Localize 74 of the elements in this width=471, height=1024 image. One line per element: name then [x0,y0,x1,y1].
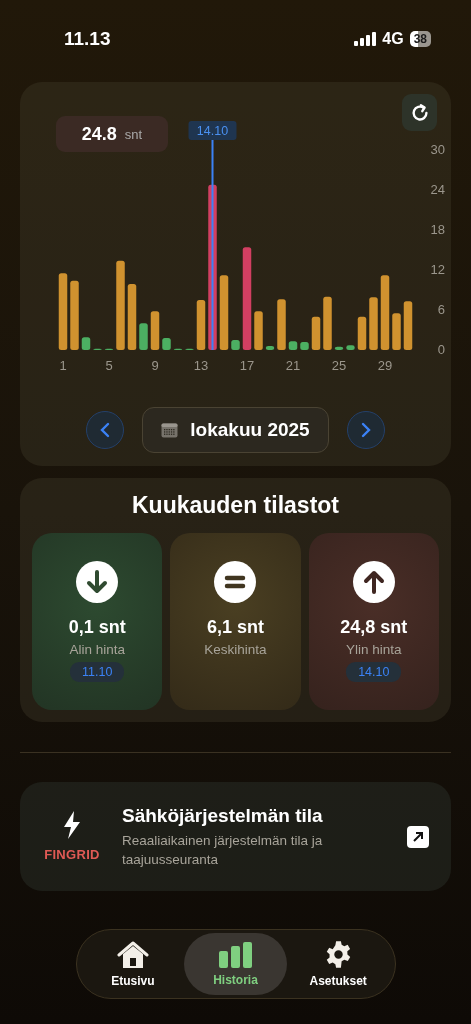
stat-label: Alin hinta [69,642,125,657]
lightning-icon [62,811,82,839]
price-bar[interactable] [231,340,240,350]
price-bar[interactable] [334,346,344,350]
price-bar[interactable] [254,311,263,350]
axis-tick-label: 0 [437,342,445,357]
equals-icon [214,561,257,603]
axis-tick-label: 17 [239,358,255,373]
system-status-card[interactable]: FINGRID Sähköjärjestelmän tila Reaaliaikainen järjestelmän tila ja taajuusseuranta [20,782,451,891]
arrow-up-icon [352,561,395,603]
stat-value: 0,1 snt [68,617,126,638]
status-time: 11.13 [64,28,111,50]
axis-tick-label: 1 [59,358,67,373]
stats-title: Kuukauden tilastot [132,492,339,519]
tab[interactable]: Historia [184,933,287,995]
price-bar[interactable] [311,316,321,350]
stat-value: 24,8 snt [340,617,408,638]
month-picker-button[interactable]: lokakuu 2025 [142,407,329,453]
price-bar[interactable] [58,273,68,350]
price-bar[interactable] [380,275,390,350]
stat-value: 6,1 snt [206,617,264,638]
external-link-button[interactable] [407,825,429,848]
price-bar[interactable] [346,345,355,350]
bar-chart-icon [218,941,253,968]
price-bar[interactable] [357,316,367,350]
card-subtitle: Reaaliaikainen järjestelmän tila ja taajuusseuranta [122,831,324,869]
price-bar[interactable] [162,338,171,350]
price-bar[interactable] [265,346,275,350]
chevron-left-icon [100,422,111,438]
brand-label: FINGRID [44,847,100,862]
axis-tick-label: 12 [430,262,445,277]
text: 14.10 [196,124,229,138]
external-link-icon [412,830,424,843]
price-value: 24.8 [81,123,117,145]
axis-tick-label: 13 [193,358,209,373]
price-bar[interactable] [288,341,298,350]
signal-icon [354,32,377,46]
axis-tick-label: 30 [430,142,445,157]
stat-label: Ylin hinta [346,642,402,657]
tab[interactable]: Asetukset [286,933,390,995]
axis-tick-label: 24 [430,182,445,197]
price-unit: snt [124,126,143,142]
price-bar[interactable] [70,280,79,350]
price-bar[interactable] [150,311,160,350]
next-month-button[interactable] [346,411,385,449]
arrow-down-icon [76,561,119,603]
date-chip: 14.10 [346,662,402,682]
home-icon [116,940,149,969]
price-bar[interactable] [403,301,413,350]
price-bar[interactable] [300,342,309,350]
tab[interactable]: Etusivu [81,933,185,995]
price-bar[interactable] [323,296,332,350]
axis-tick-label: 6 [437,302,445,317]
axis-tick-label: 18 [430,222,445,237]
axis-tick-label: 25 [331,358,347,373]
axis-tick-label: 29 [377,358,393,373]
price-bar[interactable] [219,275,229,350]
date-chip: 11.10 [70,662,125,682]
network-label: 4G [382,30,404,48]
price-bar[interactable] [81,337,91,350]
stat-label: Keskihinta [204,642,267,657]
calendar-icon [161,422,179,438]
axis-tick-label: 21 [285,358,301,373]
card-title: Sähköjärjestelmän tila [122,804,324,827]
price-bar[interactable] [127,284,137,350]
price-bar[interactable] [139,323,148,350]
chevron-right-icon [360,422,371,438]
price-bar[interactable] [392,313,401,350]
refresh-button[interactable] [402,94,437,131]
price-bar[interactable] [196,300,206,350]
price-bar[interactable] [242,247,252,350]
axis-tick-label: 9 [151,358,159,373]
axis-tick-label: 5 [105,358,113,373]
previous-month-button[interactable] [86,411,125,449]
